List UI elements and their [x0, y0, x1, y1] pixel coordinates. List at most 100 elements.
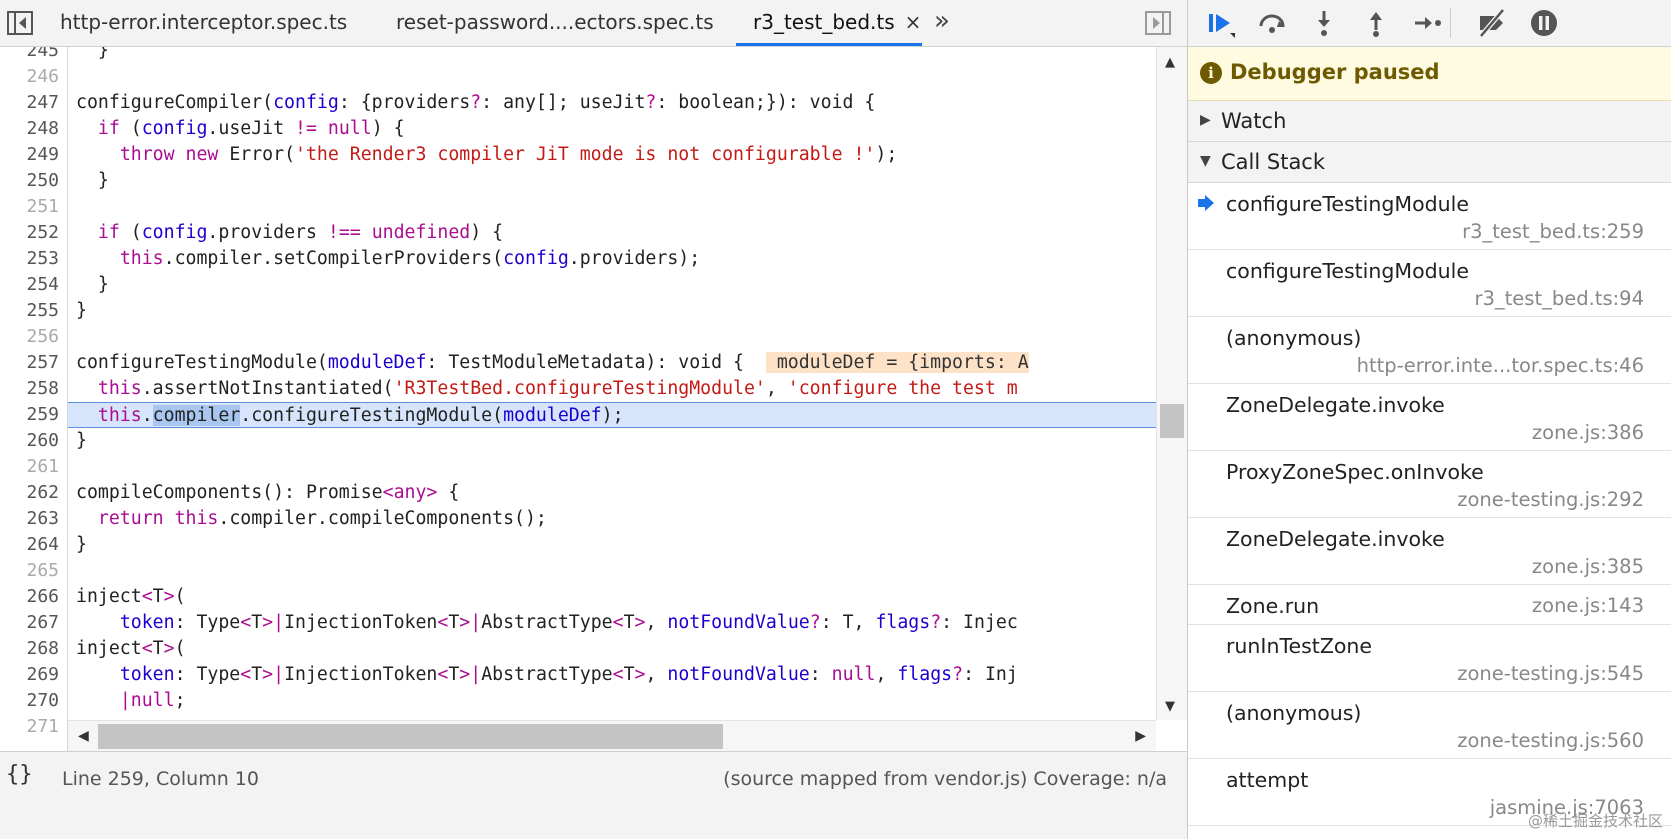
call-frame[interactable]: ZoneDelegate.invoke zone.js:386	[1188, 384, 1671, 451]
line-number[interactable]: 259	[0, 402, 59, 428]
frame-function: configureTestingModule	[1226, 192, 1469, 216]
toggle-debugger-icon[interactable]	[1144, 10, 1172, 36]
code-line-248: if (config.useJit != null) {	[97, 118, 405, 139]
scroll-up-arrow-icon[interactable]: ▲	[1165, 55, 1175, 70]
callstack-label: Call Stack	[1221, 150, 1326, 174]
callstack-section-header[interactable]: ▼ Call Stack	[1188, 142, 1671, 183]
debugger-toolbar	[1188, 0, 1671, 47]
call-frame[interactable]: ProxyZoneSpec.onInvoke zone-testing.js:2…	[1188, 451, 1671, 518]
line-number[interactable]: 249	[0, 142, 59, 168]
line-number[interactable]: 253	[0, 246, 59, 272]
code-line-254: }	[97, 274, 109, 295]
line-number[interactable]: 260	[0, 428, 59, 454]
code-line-255: }	[76, 300, 87, 321]
line-number[interactable]: 250	[0, 168, 59, 194]
line-number[interactable]: 247	[0, 90, 59, 116]
line-number[interactable]: 267	[0, 610, 59, 636]
line-number[interactable]: 251	[0, 194, 59, 220]
code-line-269: token: Type<T>|InjectionToken<T>|Abstrac…	[119, 664, 1018, 685]
line-number-gutter[interactable]: 245 246 247 248 249 250 251 252 253 254 255 256 257 2…	[0, 47, 68, 751]
frame-location[interactable]: zone-testing.js:292	[1457, 488, 1644, 511]
frame-location[interactable]: r3_test_bed.ts:259	[1462, 220, 1644, 243]
line-number[interactable]: 264	[0, 532, 59, 558]
line-number[interactable]: 256	[0, 324, 59, 350]
code-editor[interactable]: } configureCompiler(config: {providers?:…	[68, 47, 1156, 720]
pause-on-exceptions-icon[interactable]	[1526, 6, 1562, 40]
step-over-icon[interactable]	[1254, 6, 1290, 40]
horizontal-scroll-thumb[interactable]	[98, 724, 723, 749]
debugger-sidebar: i Debugger paused ▶ Watch ▼ Call Stack c…	[1187, 0, 1671, 839]
frame-location[interactable]: zone.js:143	[1532, 594, 1644, 617]
line-number[interactable]: 252	[0, 220, 59, 246]
code-line-263: return this.compiler.compileComponents()…	[97, 508, 547, 529]
tab-reset-password-selectors-spec[interactable]: reset-password....ectors.spec.ts	[396, 0, 714, 46]
call-frame[interactable]: Zone.run zone.js:143	[1188, 585, 1671, 625]
frame-function: (anonymous)	[1226, 326, 1362, 350]
scroll-right-arrow-icon[interactable]: ▶	[1135, 728, 1146, 744]
line-number[interactable]: 263	[0, 506, 59, 532]
code-line-259-paused: this.compiler.configureTestingModule(mod…	[68, 402, 1156, 428]
line-number[interactable]: 248	[0, 116, 59, 142]
line-number[interactable]: 271	[0, 714, 59, 740]
editor-tab-bar: http-error.interceptor.spec.ts reset-pas…	[0, 0, 1187, 47]
tab-http-error-interceptor-spec[interactable]: http-error.interceptor.spec.ts	[60, 0, 347, 46]
code-line-266: inject<T>(	[76, 586, 186, 607]
line-number[interactable]: 245	[0, 47, 59, 64]
call-frame[interactable]: (anonymous) zone-testing.js:560	[1188, 692, 1671, 759]
step-into-icon[interactable]	[1306, 6, 1342, 40]
line-number[interactable]: 257	[0, 350, 59, 376]
editor-status-bar: {} Line 259, Column 10 (source mapped fr…	[0, 751, 1187, 839]
more-tabs-icon[interactable]: »	[934, 6, 950, 36]
inline-variable-value[interactable]: moduleDef = {imports: A	[765, 352, 1029, 373]
step-out-icon[interactable]	[1358, 6, 1394, 40]
line-number[interactable]: 265	[0, 558, 59, 584]
code-line-250: }	[97, 170, 109, 191]
call-frame[interactable]: (anonymous) http-error.inte...tor.spec.t…	[1188, 317, 1671, 384]
pretty-print-button[interactable]: {}	[6, 762, 33, 787]
line-number[interactable]: 266	[0, 584, 59, 610]
cursor-position: Line 259, Column 10	[62, 768, 259, 790]
line-number[interactable]: 261	[0, 454, 59, 480]
frame-function: (anonymous)	[1226, 701, 1362, 725]
tab-label: http-error.interceptor.spec.ts	[60, 10, 348, 34]
vertical-scroll-thumb[interactable]	[1160, 404, 1184, 438]
line-number[interactable]: 258	[0, 376, 59, 402]
line-number[interactable]: 246	[0, 64, 59, 90]
selected-token[interactable]: compiler	[152, 405, 241, 426]
code-line-270: |null;	[119, 690, 186, 711]
frame-function: attempt	[1226, 768, 1309, 792]
frame-function: Zone.run	[1226, 594, 1320, 618]
frame-location[interactable]: zone.js:385	[1532, 555, 1644, 578]
frame-location[interactable]: zone.js:386	[1532, 421, 1644, 444]
tab-label: r3_test_bed.ts	[753, 10, 895, 34]
line-number[interactable]: 270	[0, 688, 59, 714]
line-number[interactable]: 268	[0, 636, 59, 662]
call-frame[interactable]: runInTestZone zone-testing.js:545	[1188, 625, 1671, 692]
watch-section-header[interactable]: ▶ Watch	[1188, 101, 1671, 142]
vertical-scrollbar[interactable]: ▲ ▼	[1156, 47, 1187, 720]
frame-function: configureTestingModule	[1226, 259, 1469, 283]
frame-location[interactable]: http-error.inte...tor.spec.ts:46	[1357, 354, 1644, 377]
frame-location[interactable]: zone-testing.js:545	[1457, 662, 1644, 685]
call-frame-current[interactable]: configureTestingModule r3_test_bed.ts:25…	[1188, 183, 1671, 250]
line-number[interactable]: 254	[0, 272, 59, 298]
code-line-253: this.compiler.setCompilerProviders(confi…	[119, 248, 701, 269]
scroll-down-arrow-icon[interactable]: ▼	[1165, 699, 1175, 714]
frame-location[interactable]: r3_test_bed.ts:94	[1474, 287, 1644, 310]
frame-location[interactable]: zone-testing.js:560	[1457, 729, 1644, 752]
line-number[interactable]: 262	[0, 480, 59, 506]
resume-icon[interactable]	[1202, 6, 1238, 40]
step-icon[interactable]	[1410, 6, 1446, 40]
line-number[interactable]: 269	[0, 662, 59, 688]
deactivate-breakpoints-icon[interactable]	[1474, 6, 1510, 40]
code-line-252: if (config.providers !== undefined) {	[97, 222, 504, 243]
close-icon[interactable]: ×	[905, 10, 922, 34]
toggle-navigator-icon[interactable]	[6, 10, 34, 36]
tab-r3-test-bed[interactable]: r3_test_bed.ts ×	[736, 0, 922, 46]
scroll-left-arrow-icon[interactable]: ◀	[78, 728, 89, 744]
horizontal-scrollbar[interactable]: ◀ ▶	[68, 720, 1156, 751]
call-frame[interactable]: configureTestingModule r3_test_bed.ts:94	[1188, 250, 1671, 317]
line-number[interactable]: 255	[0, 298, 59, 324]
watch-label: Watch	[1221, 109, 1287, 133]
call-frame[interactable]: ZoneDelegate.invoke zone.js:385	[1188, 518, 1671, 585]
